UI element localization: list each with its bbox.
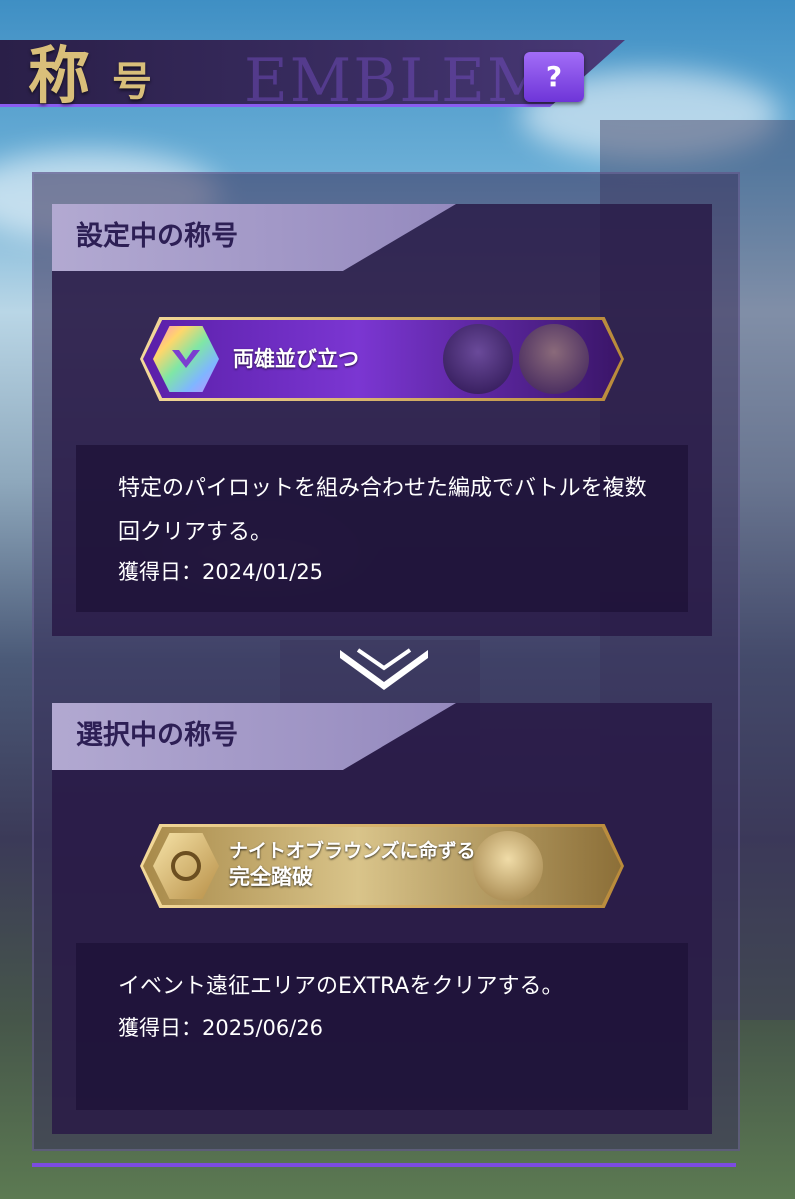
portrait-image: [519, 324, 589, 394]
page-title: 称: [28, 39, 93, 112]
knight-emblem-icon: [171, 851, 201, 881]
selected-emblem-label-line2: 完全踏破: [229, 865, 313, 889]
help-button[interactable]: ?: [524, 52, 584, 102]
selected-emblem-description: イベント遠征エリアのEXTRAをクリアする。: [118, 974, 564, 999]
emblem-hex-icon: [153, 833, 219, 899]
header-english-title: EMBLEM: [244, 46, 551, 116]
selected-emblem-date: 獲得日：2025/06/26: [118, 1016, 324, 1040]
selected-emblem-description-box: イベント遠征エリアのEXTRAをクリアする。 獲得日：2025/06/26: [76, 943, 688, 1110]
current-emblem-label: 両雄並び立つ: [233, 347, 359, 371]
panel-bottom-accent: [32, 1163, 736, 1167]
selected-emblem-label-line1: ナイトオブラウンズに命ずる: [229, 840, 476, 862]
current-emblem-description: 特定のパイロットを組み合わせた編成でバトルを複数回クリアする。: [118, 476, 647, 545]
geass-icon: [172, 350, 200, 368]
portrait-image: [443, 324, 513, 394]
current-emblem-badge[interactable]: 両雄並び立つ: [140, 317, 624, 401]
selected-emblem-section: 選択中の称号 ナイトオブラウンズに命ずる 完全踏破 イベント遠征エリアのEXTR…: [52, 703, 712, 1134]
page-title-sub: 号: [112, 58, 152, 105]
current-emblem-section: 設定中の称号 両雄並び立つ 特定のパイロットを組み合わせた編成でバトルを複数回ク…: [52, 204, 712, 636]
portrait-image: [473, 831, 543, 901]
chevron-down-icon: [340, 648, 428, 690]
emblem-hex-icon: [153, 326, 219, 392]
current-emblem-description-box: 特定のパイロットを組み合わせた編成でバトルを複数回クリアする。 獲得日：2024…: [76, 445, 688, 612]
section-title-selected: 選択中の称号: [76, 720, 238, 751]
page-header: EMBLEM 称 号 ?: [0, 22, 640, 116]
section-title-current: 設定中の称号: [76, 221, 238, 252]
selected-emblem-badge[interactable]: ナイトオブラウンズに命ずる 完全踏破: [140, 824, 624, 908]
current-emblem-date: 獲得日：2024/01/25: [118, 560, 324, 584]
